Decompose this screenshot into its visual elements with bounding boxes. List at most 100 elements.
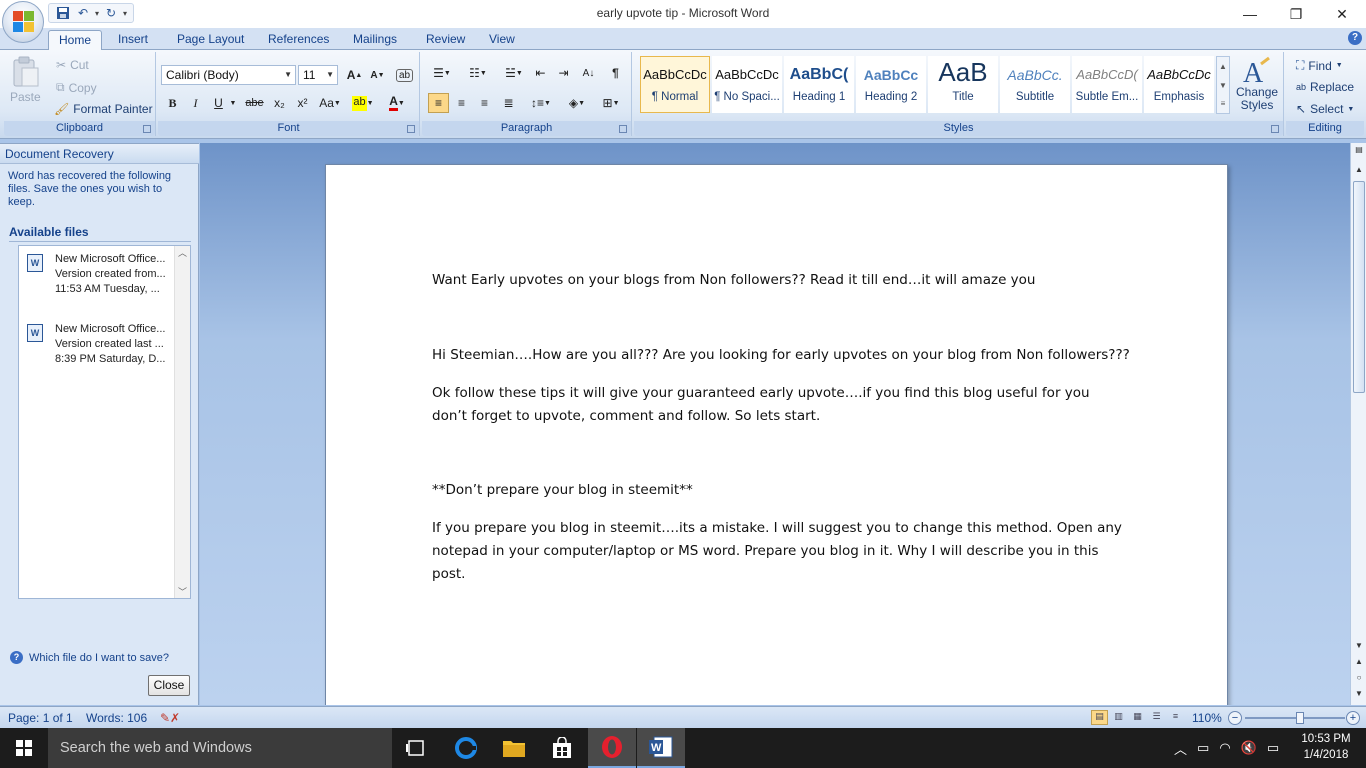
store-app[interactable] (538, 728, 586, 768)
word-app[interactable]: W (637, 728, 685, 768)
format-painter-button[interactable]: 🖌 Format Painter (54, 102, 153, 116)
copy-button[interactable]: ⧉ Copy (56, 80, 97, 95)
start-button[interactable] (0, 728, 48, 768)
underline-dropdown-icon[interactable]: ▼ (228, 93, 238, 113)
recovered-file-item[interactable]: W New Microsoft Office... Version create… (27, 322, 177, 372)
document-vertical-scrollbar[interactable]: ▤ ▲ ▼ ▲ ○ ▼ (1350, 143, 1366, 705)
action-center-icon[interactable]: ▭ (1267, 740, 1279, 756)
italic-button[interactable]: I (185, 93, 206, 113)
style-no-spacing[interactable]: AaBbCcDc ¶ No Spaci... (712, 56, 782, 113)
taskbar-clock[interactable]: 10:53 PM 1/4/2018 (1296, 731, 1356, 763)
taskbar-search-box[interactable]: Search the web and Windows (48, 728, 392, 768)
maximize-button[interactable]: ❐ (1273, 0, 1319, 28)
wifi-icon[interactable]: ◠ (1219, 740, 1230, 756)
align-center-button[interactable]: ≡ (451, 93, 472, 113)
decrease-indent-button[interactable]: ⇤ (530, 63, 551, 83)
proofing-error-icon[interactable]: ✎✗ (160, 711, 180, 725)
shading-button[interactable]: ◈ ▼ (562, 93, 592, 113)
help-icon[interactable]: ? (1348, 31, 1362, 45)
battery-icon[interactable]: ▭ (1197, 740, 1209, 756)
highlight-button[interactable]: ab ▼ (348, 93, 378, 113)
scroll-up-icon[interactable]: ▲ (1351, 165, 1366, 179)
show-hidden-icons-icon[interactable]: ︿ (1174, 739, 1187, 758)
previous-page-icon[interactable]: ▲ (1351, 657, 1366, 671)
justify-button[interactable]: ≣ (498, 93, 519, 113)
office-button[interactable] (2, 1, 44, 43)
styles-launcher-icon[interactable] (1271, 125, 1279, 133)
style-normal[interactable]: AaBbCcDc ¶ Normal (640, 56, 710, 113)
font-family-combo[interactable]: Calibri (Body) ▼ (161, 65, 296, 85)
tab-view[interactable]: View (479, 30, 525, 50)
document-paragraph[interactable]: Ok follow these tips it will give your g… (432, 382, 1122, 428)
select-browse-object-icon[interactable]: ○ (1351, 673, 1366, 687)
document-paragraph[interactable]: Hi Steemian….How are you all??? Are you … (432, 344, 1132, 367)
paste-button[interactable]: Paste (10, 56, 41, 104)
subscript-button[interactable]: x₂ (269, 93, 290, 113)
style-emphasis[interactable]: AaBbCcDc Emphasis (1144, 56, 1214, 113)
scroll-down-icon[interactable]: ▼ (1351, 641, 1366, 655)
gallery-more-icon[interactable]: ≡ (1217, 95, 1229, 113)
recovery-help-link[interactable]: ? Which file do I want to save? (10, 651, 169, 664)
sort-button[interactable]: A↓ (578, 63, 599, 83)
web-layout-icon[interactable]: ▦ (1129, 710, 1146, 725)
numbering-button[interactable]: ☷ ▼ (462, 63, 494, 83)
font-color-button[interactable]: A ▼ (382, 93, 412, 113)
task-view-button[interactable] (392, 728, 440, 768)
change-styles-button[interactable]: A Change Styles (1236, 56, 1278, 112)
borders-button[interactable]: ⊞ ▼ (596, 93, 626, 113)
cut-button[interactable]: ✂ Cut (56, 58, 89, 72)
style-heading-1[interactable]: AaBbC( Heading 1 (784, 56, 854, 113)
font-size-combo[interactable]: 11 ▼ (298, 65, 338, 85)
tab-mailings[interactable]: Mailings (343, 30, 407, 50)
change-case-button[interactable]: Aa ▼ (316, 93, 344, 113)
superscript-button[interactable]: x² (292, 93, 313, 113)
styles-gallery-scroll[interactable]: ▲ ▼ ≡ (1216, 56, 1230, 114)
page-count[interactable]: Page: 1 of 1 (8, 711, 73, 725)
close-button[interactable]: ✕ (1319, 0, 1365, 28)
clear-formatting-button[interactable]: ab (394, 65, 415, 85)
tab-references[interactable]: References (258, 30, 339, 50)
minimize-button[interactable]: — (1227, 0, 1273, 28)
tab-page-layout[interactable]: Page Layout (167, 30, 254, 50)
zoom-in-button[interactable]: + (1346, 711, 1360, 725)
strikethrough-button[interactable]: abe (244, 93, 265, 113)
volume-muted-icon[interactable]: 🔇 (1241, 740, 1257, 756)
gallery-up-icon[interactable]: ▲ (1217, 57, 1229, 76)
print-layout-view-icon[interactable]: ▤ (1091, 710, 1108, 725)
ruler-toggle-icon[interactable]: ▤ (1351, 145, 1366, 159)
style-subtle-emphasis[interactable]: AaBbCcD( Subtle Em... (1072, 56, 1142, 113)
zoom-level[interactable]: 110% (1192, 711, 1222, 725)
clipboard-launcher-icon[interactable] (143, 125, 151, 133)
recovery-close-button[interactable]: Close (148, 675, 190, 696)
tab-home[interactable]: Home (48, 30, 103, 50)
gallery-down-icon[interactable]: ▼ (1217, 76, 1229, 95)
find-button[interactable]: ⛶ Find ▼ (1296, 58, 1343, 73)
scroll-up-icon[interactable]: ︿ (175, 246, 190, 260)
outline-view-icon[interactable]: ☰ (1148, 710, 1165, 725)
zoom-slider-knob[interactable] (1296, 712, 1304, 724)
show-formatting-button[interactable]: ¶ (605, 63, 626, 83)
underline-button[interactable]: U (208, 93, 229, 113)
tab-insert[interactable]: Insert (108, 30, 158, 50)
full-screen-reading-icon[interactable]: ▥ (1110, 710, 1127, 725)
edge-app[interactable] (442, 728, 490, 768)
document-page[interactable]: Want Early upvotes on your blogs from No… (325, 164, 1228, 705)
multilevel-list-button[interactable]: ☱ ▼ (498, 63, 530, 83)
recovered-file-item[interactable]: W New Microsoft Office... Version create… (27, 252, 177, 302)
align-right-button[interactable]: ≡ (474, 93, 495, 113)
tab-review[interactable]: Review (416, 30, 475, 50)
paragraph-launcher-icon[interactable] (619, 125, 627, 133)
zoom-slider-track[interactable] (1245, 717, 1345, 719)
scroll-thumb[interactable] (1353, 181, 1365, 393)
bullets-button[interactable]: ☰ ▼ (426, 63, 458, 83)
scroll-down-icon[interactable]: ﹀ (175, 585, 190, 598)
style-subtitle[interactable]: AaBbCc. Subtitle (1000, 56, 1070, 113)
align-left-button[interactable]: ≡ (428, 93, 449, 113)
next-page-icon[interactable]: ▼ (1351, 689, 1366, 703)
document-paragraph[interactable]: Want Early upvotes on your blogs from No… (432, 269, 1122, 292)
line-spacing-button[interactable]: ↕≡ ▼ (526, 93, 556, 113)
file-explorer-app[interactable] (490, 728, 538, 768)
opera-app[interactable] (588, 728, 636, 768)
select-button[interactable]: ↖ Select ▼ (1296, 102, 1354, 116)
shrink-font-button[interactable]: A ▼ (367, 65, 388, 85)
